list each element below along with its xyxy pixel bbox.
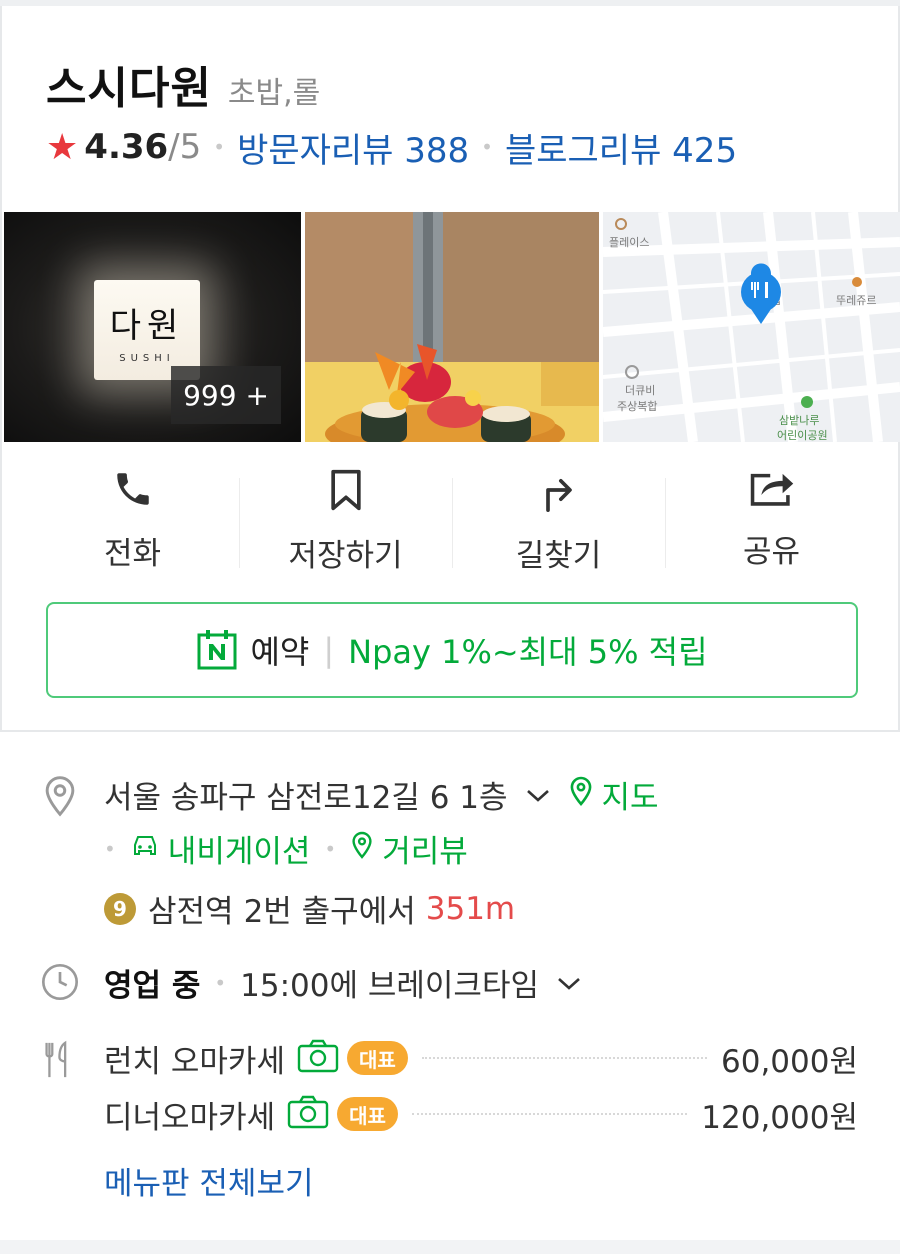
- star-icon: ★: [46, 126, 79, 168]
- hours-status: 영업 중: [104, 968, 201, 1004]
- separator-dot: •: [481, 135, 493, 159]
- restaurant-sign: 다원 SUSHI: [94, 280, 200, 380]
- directions-button[interactable]: 길찾기: [452, 468, 665, 574]
- bookmark-icon: [326, 468, 366, 512]
- rating-row: ★ 4.36 /5 • 방문자리뷰 388 • 블로그리뷰 425: [46, 123, 737, 172]
- chevron-down-icon[interactable]: [524, 777, 552, 813]
- separator-dot: •: [213, 135, 226, 159]
- sign-subtext: SUSHI: [119, 353, 175, 364]
- photo-strip: 다원 SUSHI 999 + 플레이스 뚜레쥬르 더큐비 주상복합 삼밭나루 어…: [4, 212, 900, 442]
- menu-item-price: 60,000원: [721, 1043, 858, 1080]
- map-link[interactable]: 지도: [602, 772, 659, 817]
- call-label: 전화: [103, 536, 162, 572]
- menu-item-name: 런치 오마카세: [104, 1043, 285, 1080]
- representative-badge: 대표: [346, 1041, 408, 1075]
- camera-icon: [287, 1095, 329, 1133]
- map-label-building2: 주상복합: [617, 400, 657, 413]
- share-button[interactable]: 공유: [665, 468, 878, 570]
- action-bar: 전화 저장하기 길찾기 공유: [26, 468, 878, 574]
- reserve-label: 예약: [250, 633, 310, 671]
- map-illustration: 플레이스 뚜레쥬르 집 더큐비 주상복합 삼밭나루 어린이공원: [603, 212, 900, 442]
- car-icon: [130, 831, 160, 867]
- call-button[interactable]: 전화: [26, 468, 239, 572]
- address-text: 서울 송파구 삼전로12길 6 1층: [104, 780, 508, 816]
- place-category: 초밥,롤: [227, 76, 321, 111]
- reserve-button[interactable]: 예약 | Npay 1%~최대 5% 적립: [46, 602, 858, 698]
- street-view-link[interactable]: 거리뷰: [382, 826, 468, 871]
- map-preview[interactable]: 플레이스 뚜레쥬르 집 더큐비 주상복합 삼밭나루 어린이공원: [603, 212, 900, 442]
- directions-icon: [539, 468, 579, 512]
- map-label-park1: 삼밭나루: [779, 414, 819, 427]
- photo-count-badge[interactable]: 999 +: [171, 366, 281, 424]
- photo-food[interactable]: [305, 212, 599, 442]
- directions-label: 길찾기: [515, 538, 602, 574]
- menu-item-price: 120,000원: [701, 1099, 858, 1136]
- sign-text: 다원: [109, 306, 185, 346]
- place-summary-card: 스시다원 초밥,롤 ★ 4.36 /5 • 방문자리뷰 388 • 블로그리뷰 …: [0, 6, 900, 732]
- rating-score: 4.36: [84, 127, 169, 167]
- full-menu-link[interactable]: 메뉴판 전체보기: [104, 1158, 314, 1203]
- title-row: 스시다원 초밥,롤: [46, 52, 321, 114]
- chevron-down-icon[interactable]: [555, 965, 583, 1001]
- dotted-leader: [421, 1057, 707, 1059]
- place-name: 스시다원: [46, 63, 212, 114]
- dotted-leader: [411, 1113, 688, 1115]
- hours-detail: 15:00에 브레이크타임: [240, 968, 539, 1004]
- navigation-link[interactable]: 내비게이션: [168, 826, 311, 871]
- location-pin-icon: [40, 774, 80, 822]
- separator-dot: •: [104, 836, 116, 861]
- subway-line-badge: 9: [104, 892, 136, 925]
- save-button[interactable]: 저장하기: [239, 468, 452, 574]
- map-label-building1: 더큐비: [625, 384, 655, 397]
- subway-distance: 351m: [425, 890, 516, 927]
- camera-icon: [297, 1039, 339, 1077]
- blog-reviews-link[interactable]: 블로그리뷰 425: [505, 123, 737, 172]
- food-photo-illustration: [305, 212, 599, 442]
- reserve-separator: |: [323, 631, 335, 669]
- menu-item-name: 디너오마카세: [104, 1099, 276, 1136]
- clock-icon: [40, 962, 80, 1006]
- save-label: 저장하기: [288, 538, 403, 574]
- street-view-pin-icon: [350, 830, 374, 868]
- menu-item[interactable]: 디너오마카세 대표 120,000원: [104, 1092, 858, 1136]
- map-label-park2: 어린이공원: [777, 429, 828, 442]
- bottom-divider: [0, 1240, 900, 1254]
- share-label: 공유: [742, 534, 801, 570]
- phone-icon: [112, 468, 154, 510]
- menu-item[interactable]: 런치 오마카세 대표 60,000원: [104, 1036, 858, 1080]
- representative-badge: 대표: [337, 1097, 398, 1131]
- fork-knife-icon: [40, 1040, 76, 1084]
- subway-exit: 2번 출구에서: [243, 894, 416, 930]
- subway-station: 삼전역: [148, 894, 234, 930]
- npay-promo: Npay 1%~최대 5% 적립: [348, 633, 708, 671]
- naver-calendar-icon: [197, 630, 237, 670]
- map-label-shop-right: 뚜레쥬르: [836, 294, 876, 307]
- photo-sign[interactable]: 다원 SUSHI 999 +: [4, 212, 301, 442]
- separator-dot: •: [324, 836, 337, 861]
- visitor-reviews-link[interactable]: 방문자리뷰 388: [237, 123, 469, 172]
- rating-max: /5: [168, 127, 202, 167]
- map-pin-small-icon: [568, 775, 594, 815]
- map-label-place: 플레이스: [609, 236, 649, 249]
- separator-dot: •: [214, 970, 227, 995]
- share-icon: [749, 468, 795, 508]
